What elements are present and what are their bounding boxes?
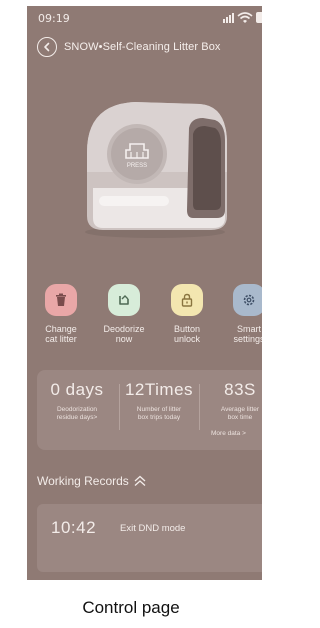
action-label: Deodorize now	[103, 324, 145, 344]
status-icons	[223, 12, 262, 23]
action-label: Change cat litter	[45, 324, 77, 344]
header: SNOW•Self-Cleaning Litter Box	[37, 36, 262, 58]
quick-actions: Change cat litter Deodorize now Button u…	[35, 284, 262, 354]
litter-box-image: PRESS	[75, 92, 235, 242]
back-button[interactable]	[37, 37, 57, 57]
action-icon-bg	[171, 284, 203, 316]
record-time: 10:42	[51, 518, 97, 537]
working-records-header[interactable]: Working Records	[37, 474, 147, 488]
button-unlock-button[interactable]: Button unlock	[161, 284, 213, 344]
deodorize-now-button[interactable]: Deodorize now	[98, 284, 150, 344]
app-screen: 09:19 SNOW•Self-Cleaning Litter Box PRES…	[27, 6, 262, 580]
smart-settings-button[interactable]: Smart settings	[223, 284, 262, 344]
gear-icon	[243, 294, 255, 306]
stat-value: 12Times	[124, 380, 194, 399]
stat-desc: Average litter box time	[220, 406, 260, 421]
stat-value: 83S	[224, 380, 256, 399]
press-label: PRESS	[127, 163, 147, 169]
action-label: Smart settings	[233, 324, 262, 344]
action-icon-bg	[45, 284, 77, 316]
record-item: 10:42 Exit DND mode	[37, 504, 262, 572]
section-title: Working Records	[37, 474, 129, 488]
status-bar: 09:19	[27, 12, 262, 26]
change-litter-button[interactable]: Change cat litter	[35, 284, 87, 344]
stat-value: 0 days	[50, 380, 104, 399]
page-title: SNOW•Self-Cleaning Litter Box	[64, 41, 221, 53]
stat-desc: Deodorization residue days>	[56, 406, 98, 421]
record-event: Exit DND mode	[120, 523, 186, 534]
litter-trips-stat: 12Times Number of litter box trips today	[121, 380, 197, 422]
refresh-icon	[119, 295, 129, 305]
divider	[199, 384, 200, 430]
battery-icon	[256, 12, 262, 23]
caption: Control page	[82, 598, 180, 617]
stat-desc: Number of litter box trips today	[136, 406, 182, 421]
action-icon-bg	[233, 284, 262, 316]
double-chevron-up-icon	[134, 475, 146, 486]
action-icon-bg	[108, 284, 140, 316]
signal-icon	[223, 12, 234, 23]
status-time: 09:19	[38, 12, 70, 25]
action-label: Button unlock	[173, 324, 201, 344]
trash-icon	[56, 293, 66, 306]
wifi-icon	[237, 12, 253, 23]
average-time-stat: 83S Average litter box time	[203, 380, 262, 422]
more-data-link[interactable]: More data >	[211, 430, 246, 437]
lock-icon	[181, 293, 193, 307]
deodorization-stat[interactable]: 0 days Deodorization residue days>	[37, 380, 117, 422]
stats-card: 0 days Deodorization residue days> 12Tim…	[37, 370, 262, 450]
chevron-left-icon	[44, 42, 50, 52]
divider	[119, 384, 120, 430]
